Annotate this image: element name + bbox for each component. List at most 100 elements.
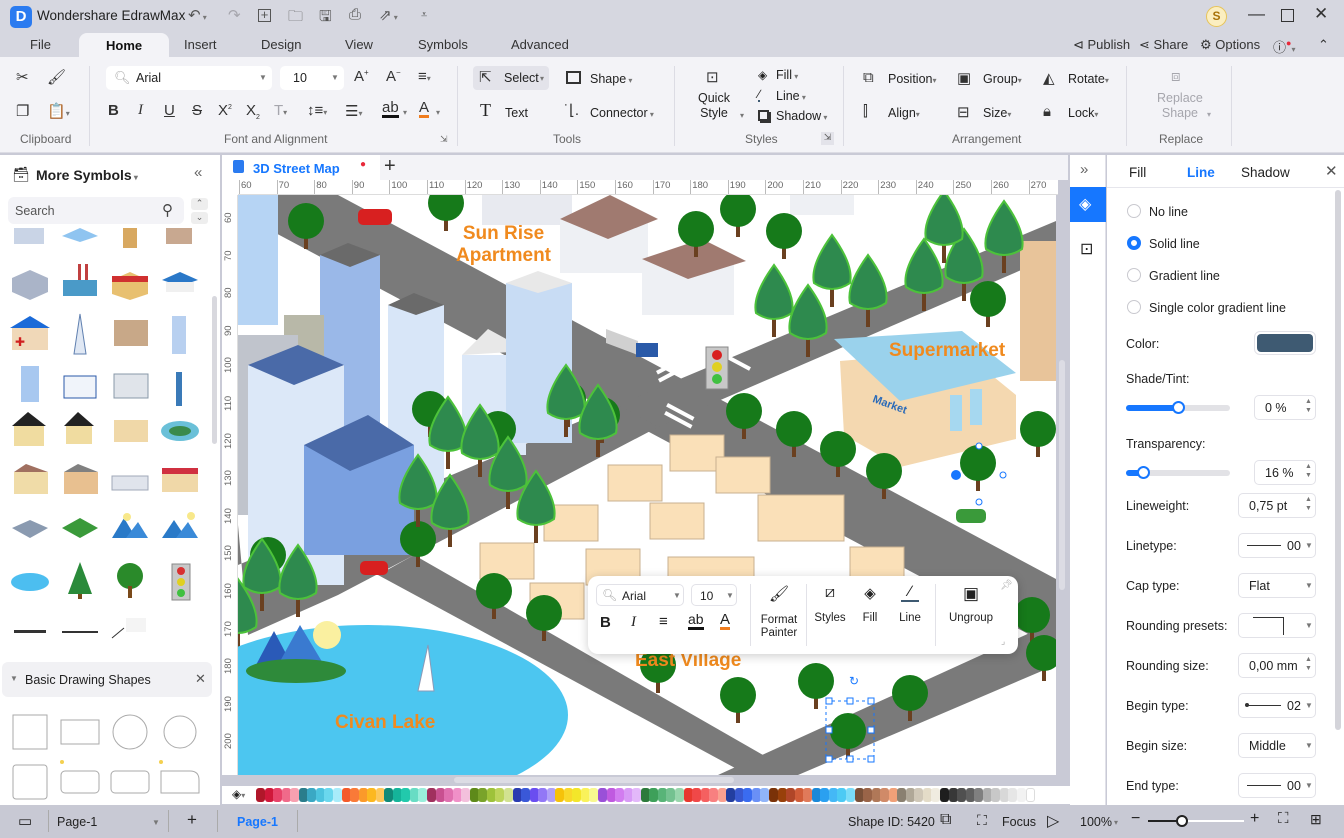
color-swatch[interactable] [863,788,873,802]
line-spacing-icon[interactable]: ↕≡▾ [307,102,327,119]
focus-icon[interactable]: ⛶ [977,812,987,829]
begin-size-select[interactable]: Middle ▼ [1238,733,1316,758]
spinner-icon[interactable]: ▲ ▼ [1305,397,1312,415]
cap-type-select[interactable]: Flat ▼ [1238,573,1316,598]
zoom-level-select[interactable]: 100% [1080,815,1112,829]
tab-file[interactable]: File [30,37,51,52]
color-swatch[interactable] [384,788,394,802]
underline-icon[interactable]: U [164,102,175,119]
focus-button[interactable]: Focus [1002,815,1036,829]
presentation-icon[interactable]: ⊡ [1080,239,1093,259]
color-swatch[interactable] [307,788,317,802]
rotate-button[interactable]: Rotate▾ [1068,72,1109,86]
page-select[interactable]: Page-1 [57,815,97,829]
color-swatch[interactable] [940,788,949,802]
save-icon[interactable]: 🖫 [319,6,332,31]
color-swatch[interactable] [674,788,684,802]
color-swatch[interactable] [786,788,796,802]
color-swatch[interactable] [273,788,283,802]
color-swatch[interactable] [332,788,342,802]
shape-tool-button[interactable]: Shape ▾ [590,72,632,86]
radio-gradient-line[interactable] [1127,268,1141,282]
spinner-icon[interactable]: ▲ ▼ [1305,462,1312,480]
color-swatch[interactable] [367,788,377,802]
print-icon[interactable]: ⎙ [349,6,361,23]
layers-icon[interactable]: ⧉ [940,811,951,829]
align-text-icon[interactable]: ≡▾ [418,68,431,85]
collapse-ribbon-button[interactable]: ⌃ [1318,37,1329,53]
basic-drawing-shapes-header[interactable]: ▼ Basic Drawing Shapes ✕ [2,662,212,697]
pin-icon[interactable]: 📌︎ [1000,580,1013,591]
lock-button[interactable]: Lock▾ [1068,106,1098,120]
end-type-select[interactable]: 00 ▼ [1238,773,1316,798]
text-tool-button[interactable]: Text [505,106,528,120]
close-panel-icon[interactable]: ✕ [1325,162,1338,180]
float-size-select[interactable]: 10 ▼ [691,584,737,606]
color-swatch[interactable] [991,788,1001,802]
font-settings-launcher[interactable]: ⇲ [440,134,448,145]
highlight-icon[interactable]: ab [382,100,399,118]
color-swatch[interactable] [461,788,471,802]
panel-tab-fill[interactable]: Fill [1129,165,1146,180]
color-swatch[interactable] [444,788,454,802]
color-swatch[interactable] [769,788,778,802]
color-swatch[interactable] [845,788,855,802]
close-library-icon[interactable]: ✕ [195,671,206,687]
color-swatch[interactable] [555,788,565,802]
shade-slider-thumb[interactable] [1172,401,1185,414]
bold-icon[interactable]: B [600,614,611,631]
font-size-select[interactable]: 10 ▼ [280,66,344,90]
bullet-list-icon[interactable]: ☰▾ [345,102,362,120]
replace-shape-button[interactable]: Replace Shape [1157,91,1203,121]
bold-icon[interactable]: B [108,102,119,119]
text-case-icon[interactable]: T▾ [274,102,287,119]
zoom-slider-thumb[interactable] [1175,815,1188,827]
redo-icon[interactable]: ↷ [228,6,241,24]
italic-icon[interactable]: I [631,614,636,631]
undo-icon[interactable]: ↶ ▾ [188,6,207,24]
color-swatch[interactable] [290,788,300,802]
color-swatch[interactable] [503,788,513,802]
play-icon[interactable]: ▷ [1047,811,1059,831]
panel-tab-line[interactable]: Line [1187,165,1215,180]
select-tool-button[interactable]: ⇱ Select ▾ [473,66,549,90]
drawing-canvas[interactable]: ↻ Sun Rise Apartment Supermarket Market … [238,195,1056,775]
format-painter-button[interactable]: 🖌 Format Painter [754,584,804,650]
close-window-button[interactable]: ✕ [1314,4,1328,24]
maximize-button[interactable] [1281,9,1294,22]
color-swatch[interactable] [957,788,967,802]
color-swatch[interactable] [692,788,702,802]
options-button[interactable]: ⚙ Options [1200,37,1260,53]
open-folder-icon[interactable]: 🗀 [288,6,303,31]
export-icon[interactable]: ⇗ ▾ [379,6,398,24]
rounding-size-input[interactable]: 0,00 mm ▲ ▼ [1238,653,1316,678]
styles-settings-launcher[interactable]: ⇲ [821,132,834,145]
size-button[interactable]: Size▾ [983,106,1011,120]
radio-no-line[interactable] [1127,204,1141,218]
panel-scrollbar[interactable] [1335,190,1341,730]
color-swatch[interactable] [880,788,890,802]
user-avatar[interactable]: S [1206,6,1227,27]
italic-icon[interactable]: I [138,102,143,119]
color-swatch[interactable] [401,788,411,802]
shade-input[interactable]: 0 % ▲ ▼ [1254,395,1316,420]
color-swatch[interactable] [1016,788,1026,802]
strikethrough-icon[interactable]: S [192,102,202,119]
share-button[interactable]: ⋖ Share [1139,37,1188,53]
transparency-slider-thumb[interactable] [1136,466,1150,479]
format-painter-icon[interactable]: 🖌 [47,68,66,86]
collapse-sidebar-icon[interactable]: « [194,164,202,181]
collapse-toolbar-icon[interactable]: ⌟ [1001,636,1005,647]
color-swatch[interactable] [803,788,813,802]
align-text-icon[interactable]: ≡ [659,613,668,630]
line-color-picker[interactable] [1254,331,1316,355]
lineweight-input[interactable]: 0,75 pt ▲ ▼ [1238,493,1316,518]
scroll-up-button[interactable]: ⌃ [191,198,208,210]
color-swatch[interactable] [726,788,736,802]
radio-single-color-gradient[interactable] [1127,300,1141,314]
panel-tab-shadow[interactable]: Shadow [1241,165,1290,180]
radio-solid-line[interactable] [1127,236,1141,250]
color-swatch[interactable] [572,788,582,802]
color-swatch[interactable] [478,788,488,802]
label-supermarket[interactable]: Supermarket [889,340,1005,362]
